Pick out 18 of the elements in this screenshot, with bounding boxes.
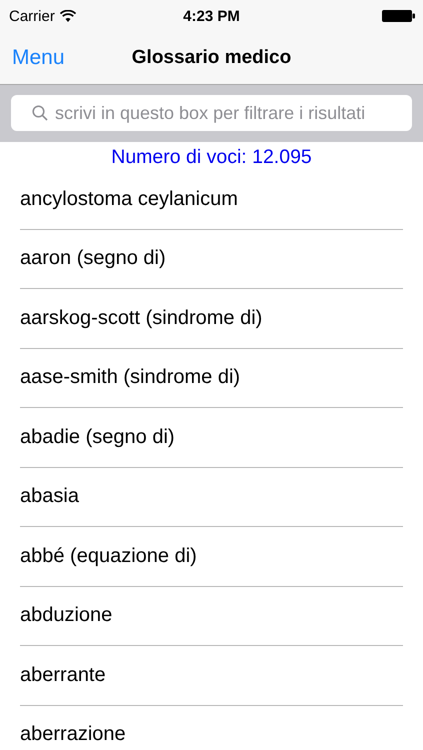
battery-icon: [382, 10, 415, 22]
glossary-entry[interactable]: aarskog-scott (sindrome di): [20, 306, 262, 330]
glossary-entry[interactable]: aaron (segno di): [20, 247, 166, 270]
glossary-entry[interactable]: aberrazione: [20, 723, 126, 746]
carrier-label: Carrier: [9, 8, 55, 24]
glossary-entry[interactable]: aberrante: [20, 664, 106, 687]
glossary-entry[interactable]: abbé (equazione di): [20, 544, 197, 568]
glossary-entry[interactable]: abasia: [20, 485, 79, 508]
search-icon: [32, 105, 48, 121]
search-field[interactable]: scrivi in questo box per filtrare i risultati: [11, 95, 412, 131]
entry-count: Numero di voci: 12.095: [111, 146, 312, 168]
clock-time: 4:23 PM: [183, 8, 240, 24]
screen-title: Glossario medico: [132, 47, 292, 68]
glossary-entry[interactable]: abadie (segno di): [20, 426, 175, 449]
glossary-entry[interactable]: abduzione: [20, 604, 112, 628]
glossary-entry[interactable]: aase-smith (sindrome di): [20, 366, 240, 390]
glossary-entry[interactable]: ancylostoma ceylanicum: [20, 188, 238, 211]
wifi-icon: [60, 10, 76, 22]
